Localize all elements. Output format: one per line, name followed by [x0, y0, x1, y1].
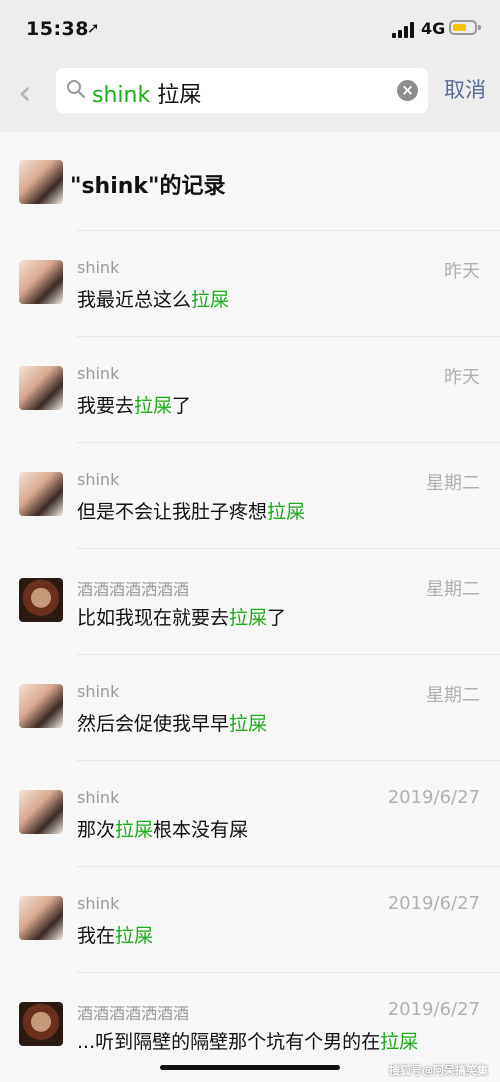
message-date: 2019/6/27	[387, 999, 480, 1020]
message-text-post: 了	[172, 395, 192, 417]
sender-name: shink	[77, 470, 120, 489]
sender-name: shink	[77, 364, 120, 383]
list-item[interactable]: shink 2019/6/27 那次拉屎根本没有屎	[0, 760, 500, 866]
message-text-hit: 拉屎	[115, 819, 154, 841]
list-item[interactable]: shink 星期二但是不会让我肚子疼想拉屎	[0, 442, 500, 548]
message-text-hit: 拉屎	[267, 501, 306, 523]
cellular-signal-icon	[392, 22, 416, 38]
message-text-pre: 那次	[77, 819, 116, 841]
message-text-hit: 拉屎	[229, 713, 268, 735]
search-bar: ‹ shink 拉屎 × 取消	[0, 62, 500, 132]
battery-icon	[449, 20, 481, 35]
message-date: 星期二	[426, 579, 480, 600]
divider	[77, 866, 500, 867]
records-header: "shink"的记录	[0, 132, 500, 230]
home-indicator	[160, 1065, 340, 1070]
message-text-pre: 然后会促使我早早	[77, 713, 230, 735]
search-icon	[67, 80, 86, 99]
list-item[interactable]: shink 2019/6/27 我在拉屎	[0, 866, 500, 972]
divider	[77, 760, 500, 761]
search-input[interactable]: shink 拉屎 ×	[56, 68, 428, 113]
message-text: 我在拉屎	[77, 921, 153, 948]
search-query-keyword: shink	[92, 83, 151, 108]
divider	[77, 654, 500, 655]
message-text-pre: 我要去	[77, 395, 135, 417]
message-text: 比如我现在就要去拉屎了	[77, 603, 286, 630]
message-date: 2019/6/27	[387, 893, 480, 914]
message-text-hit: 拉屎	[134, 395, 173, 417]
avatar	[19, 684, 63, 728]
message-text-hit: 拉屎	[380, 1031, 419, 1053]
avatar	[19, 790, 63, 834]
message-text-pre: 我最近总这么	[77, 289, 192, 311]
sender-name: shink	[77, 788, 120, 807]
message-text-pre: 我在	[77, 925, 116, 947]
sender-name: shink	[77, 894, 120, 913]
message-text-pre: 但是不会让我肚子疼想	[77, 501, 268, 523]
message-text-post: 根本没有屎	[153, 819, 249, 841]
divider	[77, 972, 500, 973]
message-text: 我最近总这么拉屎	[77, 285, 229, 312]
avatar	[19, 160, 63, 204]
avatar	[19, 896, 63, 940]
message-date: 昨天	[444, 367, 480, 388]
back-chevron-icon[interactable]: ‹	[18, 76, 42, 110]
message-date: 昨天	[444, 261, 480, 282]
message-text-hit: 拉屎	[229, 607, 268, 629]
list-item[interactable]: shink 星期二然后会促使我早早拉屎	[0, 654, 500, 760]
network-type: 4G	[421, 19, 446, 38]
sender-name: shink	[77, 258, 120, 277]
message-text-pre: 比如我现在就要去	[77, 607, 230, 629]
message-date: 星期二	[426, 473, 480, 494]
search-query-term: 拉屎	[157, 83, 202, 108]
message-text: 我要去拉屎了	[77, 391, 191, 418]
location-arrow-icon: ➚	[87, 19, 100, 37]
avatar	[19, 260, 63, 304]
message-date: 星期二	[426, 685, 480, 706]
sender-name: 酒酒酒酒洒酒酒	[77, 580, 190, 599]
divider	[77, 548, 500, 549]
avatar	[19, 366, 63, 410]
avatar	[19, 578, 63, 622]
message-text: 那次拉屎根本没有屎	[77, 815, 248, 842]
cancel-button[interactable]: 取消	[444, 74, 486, 104]
list-item[interactable]: shink 昨天我要去拉屎了	[0, 336, 500, 442]
status-bar: 15:38 ➚ 4G	[0, 0, 500, 62]
message-text-hit: 拉屎	[191, 289, 230, 311]
clear-icon[interactable]: ×	[397, 80, 418, 101]
avatar	[19, 472, 63, 516]
divider	[77, 230, 500, 231]
message-text: 但是不会让我肚子疼想拉屎	[77, 497, 305, 524]
search-query: shink 拉屎	[92, 77, 201, 109]
status-time: 15:38	[26, 18, 89, 40]
message-date: 2019/6/27	[387, 787, 480, 808]
list-item[interactable]: 酒酒酒酒洒酒酒 星期二比如我现在就要去拉屎了	[0, 548, 500, 654]
divider	[77, 442, 500, 443]
message-text-post: 了	[267, 607, 287, 629]
sender-name: 酒酒酒酒洒酒酒	[77, 1004, 190, 1023]
avatar	[19, 1002, 63, 1046]
message-text-hit: 拉屎	[115, 925, 154, 947]
watermark: 搜狐号@阿呆搞笑集	[389, 1064, 488, 1077]
message-text: ...听到隔壁的隔壁那个坑有个男的在拉屎	[77, 1027, 418, 1054]
divider	[77, 336, 500, 337]
message-text-pre: ...听到隔壁的隔壁那个坑有个男的在	[77, 1031, 381, 1053]
page-title: "shink"的记录	[70, 174, 226, 199]
message-text: 然后会促使我早早拉屎	[77, 709, 267, 736]
list-item[interactable]: shink 昨天我最近总这么拉屎	[0, 230, 500, 336]
sender-name: shink	[77, 682, 120, 701]
